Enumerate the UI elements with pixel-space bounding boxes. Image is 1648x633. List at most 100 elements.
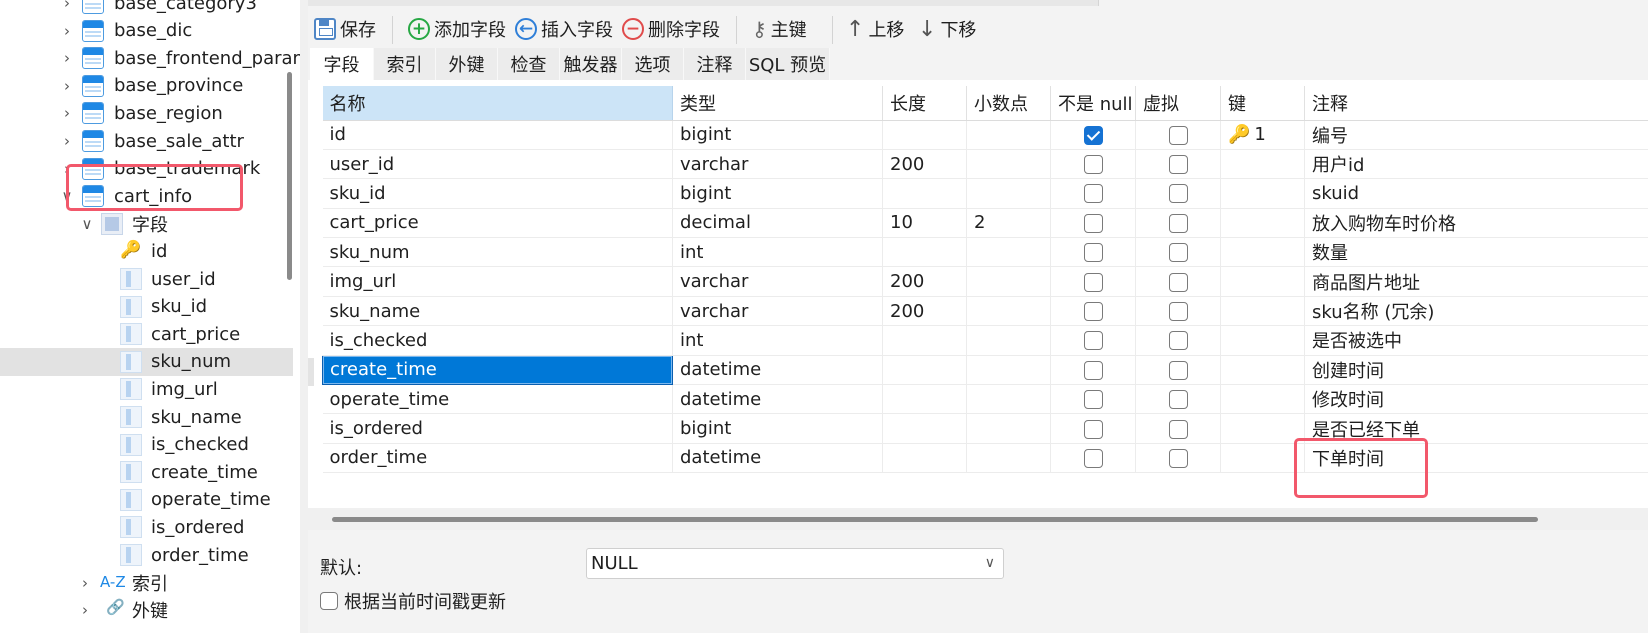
tab-sql-preview[interactable]: SQL 预览 [746, 48, 830, 80]
field-type-cell[interactable]: int [672, 325, 883, 356]
chevron-right-icon[interactable]: › [78, 574, 92, 592]
virtual-checkbox[interactable] [1168, 302, 1188, 322]
key-cell[interactable] [1220, 237, 1305, 268]
chevron-right-icon[interactable]: › [60, 49, 74, 67]
field-name-cell[interactable]: is_checked [322, 325, 673, 356]
field-decimals-cell[interactable] [966, 325, 1051, 356]
grid-horizontal-scrollbar[interactable] [308, 508, 1648, 530]
key-cell[interactable] [1220, 325, 1305, 356]
field-type-cell[interactable]: varchar [672, 266, 883, 297]
field-length-cell[interactable] [882, 237, 967, 268]
field-decimals-cell[interactable] [966, 413, 1051, 444]
scrollbar-thumb[interactable] [332, 517, 1538, 522]
tree-item-indexes-group[interactable]: › A-Z 索引 [0, 569, 293, 597]
field-comment-cell[interactable]: 修改时间 [1304, 384, 1648, 415]
field-length-cell[interactable] [882, 355, 967, 386]
header-name[interactable]: 名称 [322, 86, 673, 121]
tree-item-column[interactable]: sku_name [0, 403, 293, 431]
tree-item-column[interactable]: is_ordered [0, 513, 293, 541]
field-decimals-cell[interactable] [966, 296, 1051, 327]
field-decimals-cell[interactable]: 2 [966, 208, 1051, 239]
key-cell[interactable] [1220, 413, 1305, 444]
field-name-cell[interactable]: cart_price [322, 208, 673, 239]
field-comment-cell[interactable]: 数量 [1304, 237, 1648, 268]
field-name-cell[interactable]: create_time [322, 354, 673, 386]
insert-field-button[interactable]: ← 插入字段 [515, 12, 613, 46]
tree-item-table[interactable]: › base_category3 [0, 0, 293, 17]
field-decimals-cell[interactable] [966, 443, 1051, 474]
tab-comment[interactable]: 注释 [684, 48, 746, 80]
chevron-right-icon[interactable]: › [60, 22, 74, 40]
tree-item-table[interactable]: › base_province [0, 72, 293, 100]
chevron-right-icon[interactable]: › [60, 104, 74, 122]
field-row[interactable]: cart_price decimal 10 2 放入购物车时价格 [322, 208, 1648, 239]
tree-item-column[interactable]: create_time [0, 458, 293, 486]
field-length-cell[interactable] [882, 120, 967, 150]
field-row[interactable]: order_time datetime 下单时间 [322, 443, 1648, 474]
virtual-checkbox[interactable] [1168, 419, 1188, 439]
field-comment-cell[interactable]: 商品图片地址 [1304, 266, 1648, 297]
field-row[interactable]: sku_id bigint skuid [322, 178, 1648, 209]
field-type-cell[interactable]: datetime [672, 355, 883, 386]
field-row[interactable]: is_checked int 是否被选中 [322, 325, 1648, 356]
delete-field-button[interactable]: − 删除字段 [622, 12, 720, 46]
field-name-cell[interactable]: order_time [322, 443, 673, 474]
field-length-cell[interactable]: 200 [882, 266, 967, 297]
not-null-checkbox[interactable] [1083, 155, 1103, 175]
field-name-cell[interactable]: sku_name [322, 296, 673, 327]
field-comment-cell[interactable]: 是否被选中 [1304, 325, 1648, 356]
header-not-null[interactable]: 不是 null [1050, 86, 1136, 121]
key-cell[interactable] [1220, 149, 1305, 180]
not-null-checkbox[interactable] [1083, 360, 1103, 380]
chevron-right-icon[interactable]: › [78, 601, 92, 619]
field-type-cell[interactable]: datetime [672, 443, 883, 474]
not-null-checkbox[interactable] [1083, 125, 1103, 145]
move-up-button[interactable]: ↑ 上移 [846, 12, 904, 46]
field-comment-cell[interactable]: sku名称 (冗余) [1304, 296, 1648, 327]
field-length-cell[interactable] [882, 413, 967, 444]
field-name-cell[interactable]: operate_time [322, 384, 673, 415]
virtual-checkbox[interactable] [1168, 125, 1188, 145]
header-key[interactable]: 键 [1220, 86, 1305, 121]
tab-foreign-keys[interactable]: 外键 [436, 48, 498, 80]
primary-key-button[interactable]: ⚷ 主键 [752, 12, 807, 46]
key-cell[interactable] [1220, 296, 1305, 327]
key-cell[interactable] [1220, 178, 1305, 209]
key-cell[interactable] [1220, 443, 1305, 474]
header-type[interactable]: 类型 [672, 86, 883, 121]
header-decimals[interactable]: 小数点 [966, 86, 1051, 121]
not-null-checkbox[interactable] [1083, 448, 1103, 468]
save-button[interactable]: 保存 [314, 12, 376, 46]
tree-item-column[interactable]: 🔑 id [0, 237, 293, 265]
panel-splitter[interactable] [300, 0, 308, 633]
move-down-button[interactable]: ↓ 下移 [918, 12, 976, 46]
tree-item-column[interactable]: img_url [0, 375, 293, 403]
field-decimals-cell[interactable] [966, 266, 1051, 297]
chevron-right-icon[interactable]: › [60, 132, 74, 150]
key-cell[interactable] [1220, 266, 1305, 297]
virtual-checkbox[interactable] [1168, 360, 1188, 380]
header-length[interactable]: 长度 [882, 86, 967, 121]
field-type-cell[interactable]: varchar [672, 149, 883, 180]
field-comment-cell[interactable]: 创建时间 [1304, 355, 1648, 386]
field-row[interactable]: sku_name varchar 200 sku名称 (冗余) [322, 296, 1648, 327]
tab-checks[interactable]: 检查 [498, 48, 560, 80]
field-length-cell[interactable] [882, 384, 967, 415]
add-field-button[interactable]: + 添加字段 [408, 12, 506, 46]
tree-item-column[interactable]: user_id [0, 265, 293, 293]
default-value-select[interactable]: NULL ∨ [586, 548, 1004, 579]
virtual-checkbox[interactable] [1168, 213, 1188, 233]
field-row[interactable]: operate_time datetime 修改时间 [322, 384, 1648, 415]
tree-item-column[interactable]: is_checked [0, 431, 293, 459]
tree-scrollbar[interactable] [287, 72, 292, 280]
virtual-checkbox[interactable] [1168, 390, 1188, 410]
tab-options[interactable]: 选项 [622, 48, 684, 80]
field-name-cell[interactable]: img_url [322, 266, 673, 297]
tree-item-column[interactable]: sku_id [0, 293, 293, 321]
tree-item-column[interactable]: sku_num [0, 347, 293, 376]
field-length-cell[interactable]: 200 [882, 149, 967, 180]
field-decimals-cell[interactable] [966, 120, 1051, 150]
field-comment-cell[interactable]: 编号 [1304, 120, 1648, 150]
not-null-checkbox[interactable] [1083, 184, 1103, 204]
field-decimals-cell[interactable] [966, 384, 1051, 415]
